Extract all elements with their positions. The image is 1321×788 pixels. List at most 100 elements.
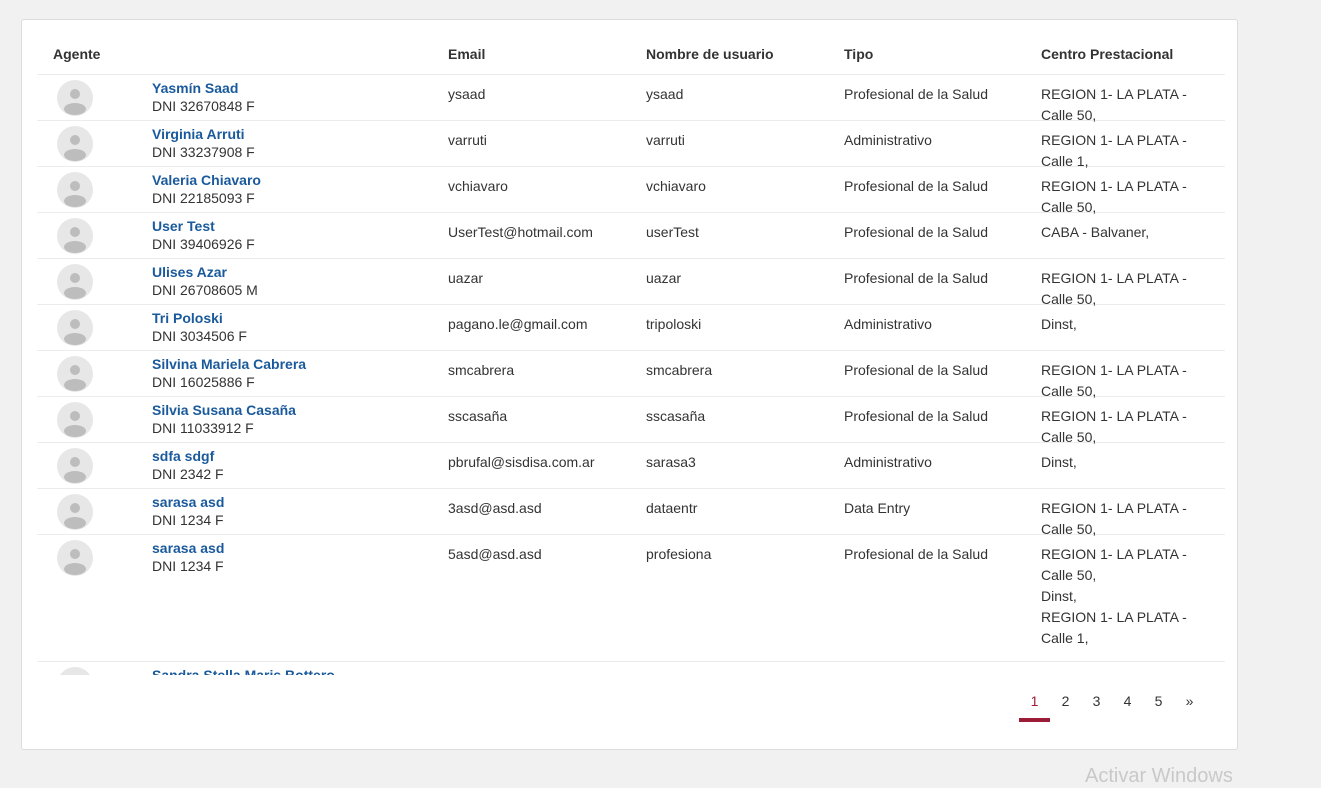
- centro-line: Calle 1,: [1041, 630, 1089, 646]
- table-body[interactable]: Yasmín Saad DNI 32670848 F ysaad ysaad Profe…: [37, 75, 1225, 675]
- table-row[interactable]: Ulises Azar DNI 26708605 M uazar uazar Profe…: [37, 259, 1225, 307]
- agent-name-link[interactable]: Silvia Susana Casaña: [152, 401, 296, 419]
- centro-line: REGION 1- LA PLATA -: [1041, 546, 1187, 562]
- agent-name-link[interactable]: sarasa asd: [152, 493, 224, 511]
- agent-name-link[interactable]: Silvina Mariela Cabrera: [152, 355, 306, 373]
- agent-cell: sarasa asd DNI 1234 F: [152, 539, 224, 575]
- centro-line: Dinst,: [1041, 316, 1077, 332]
- tipo-cell: Data Entry: [844, 500, 911, 516]
- agent-name-link[interactable]: sarasa asd: [152, 539, 224, 557]
- agent-name-link[interactable]: sdfa sdgf: [152, 447, 224, 465]
- email-cell: ssmbottero: [448, 671, 517, 675]
- tipo-cell: Administrativo: [844, 132, 932, 148]
- centro-line: REGION 1- LA PLATA -: [1041, 132, 1187, 148]
- user-avatar-icon: [57, 172, 93, 208]
- tipo-cell: Profesional de la Salud: [844, 362, 988, 378]
- table-row[interactable]: User Test DNI 39406926 F UserTest@hotmail.…: [37, 213, 1225, 259]
- agent-name-link[interactable]: Yasmín Saad: [152, 79, 255, 97]
- email-cell: 5asd@asd.asd: [448, 546, 542, 562]
- email-cell: vchiavaro: [448, 178, 508, 194]
- tipo-cell: Profesional de la Salud: [844, 671, 988, 675]
- table-row[interactable]: Sandra Stella Maris BotteroDNI 16179658 …: [37, 662, 1225, 675]
- centro-cell: REGION 1- LA PLATA -Calle 50,: [1041, 268, 1211, 310]
- tipo-cell: Profesional de la Salud: [844, 178, 988, 194]
- pagination: 1 2 3 4 5»: [1019, 688, 1205, 722]
- username-cell: ssmbottero: [646, 671, 715, 675]
- table-row[interactable]: Silvia Susana Casaña DNI 11033912 F sscasa…: [37, 397, 1225, 445]
- header-email: Email: [448, 46, 486, 62]
- email-cell: varruti: [448, 132, 487, 148]
- table-row[interactable]: sarasa asd DNI 1234 F 5asd@asd.asd profesio…: [37, 535, 1225, 662]
- agent-name-link[interactable]: Tri Poloski: [152, 309, 247, 327]
- agent-dni: DNI 3034506 F: [152, 328, 247, 344]
- user-avatar-icon: [57, 310, 93, 346]
- tipo-cell: Administrativo: [844, 316, 932, 332]
- user-avatar-icon: [57, 126, 93, 162]
- agent-name-link[interactable]: Valeria Chiavaro: [152, 171, 261, 189]
- user-avatar-icon: [57, 448, 93, 484]
- agent-cell: Sandra Stella Maris BotteroDNI 16179658 …: [152, 666, 335, 675]
- table-row[interactable]: Valeria Chiavaro DNI 22185093 F vchiavaro v…: [37, 167, 1225, 215]
- agent-name-link[interactable]: Ulises Azar: [152, 263, 258, 281]
- centro-cell: REGION 1- LA PLATA - Calle 50, Dinst, REGIO…: [1041, 544, 1211, 649]
- page-button-1[interactable]: 1: [1019, 688, 1050, 722]
- email-cell: pbrufal@sisdisa.com.ar: [448, 454, 595, 470]
- agent-cell: Yasmín Saad DNI 32670848 F: [152, 79, 255, 115]
- centro-cell: CABA - Balvaner,: [1041, 222, 1211, 243]
- tipo-cell: Profesional de la Salud: [844, 546, 988, 562]
- agent-cell: Virginia Arruti DNI 33237908 F: [152, 125, 255, 161]
- agent-name-link[interactable]: Virginia Arruti: [152, 125, 255, 143]
- page-button-2[interactable]: 2: [1050, 688, 1081, 722]
- user-avatar-icon: [57, 402, 93, 438]
- next-page-button[interactable]: »: [1174, 688, 1205, 722]
- user-avatar-icon: [57, 80, 93, 116]
- table-row[interactable]: sdfa sdgf DNI 2342 F pbrufal@sisdisa.com.a…: [37, 443, 1225, 489]
- table-row[interactable]: Yasmín Saad DNI 32670848 F ysaad ysaad Profe…: [37, 75, 1225, 123]
- username-cell: ysaad: [646, 86, 684, 102]
- agent-dni: DNI 1234 F: [152, 512, 224, 528]
- agent-dni: DNI 2342 F: [152, 466, 224, 482]
- email-cell: smcabrera: [448, 362, 515, 378]
- centro-line: Calle 50,: [1041, 567, 1097, 583]
- agent-dni: DNI 16025886 F: [152, 374, 255, 390]
- centro-cell: REGION 1- LA PLATA -Calle 50,: [1041, 84, 1211, 126]
- user-avatar-icon: [57, 356, 93, 392]
- agent-dni: DNI 33237908 F: [152, 144, 255, 160]
- tipo-cell: Profesional de la Salud: [844, 408, 988, 424]
- agent-cell: sdfa sdgf DNI 2342 F: [152, 447, 224, 483]
- table-row[interactable]: Virginia Arruti DNI 33237908 F varruti varr…: [37, 121, 1225, 169]
- page-button-5[interactable]: 5: [1143, 688, 1174, 722]
- centro-cell: Dinst,: [1041, 314, 1211, 335]
- header-centro: Centro Prestacional: [1041, 46, 1174, 62]
- centro-line: REGION 1- LA PLATA -: [1041, 609, 1187, 625]
- centro-cell: Dinst,: [1041, 452, 1211, 473]
- page-button-3[interactable]: 3: [1081, 688, 1112, 722]
- agent-cell: Silvia Susana Casaña DNI 11033912 F: [152, 401, 296, 437]
- username-cell: userTest: [646, 224, 699, 240]
- page-button-4[interactable]: 4: [1112, 688, 1143, 722]
- username-cell: tripoloski: [646, 316, 702, 332]
- header-tipo: Tipo: [844, 46, 874, 62]
- agent-dni: DNI 39406926 F: [152, 236, 255, 252]
- agent-name-link[interactable]: Sandra Stella Maris Bottero: [152, 666, 335, 675]
- user-avatar-icon: [57, 218, 93, 254]
- email-cell: 3asd@asd.asd: [448, 500, 542, 516]
- agent-dni: DNI 32670848 F: [152, 98, 255, 114]
- email-cell: pagano.le@gmail.com: [448, 316, 588, 332]
- agent-name-link[interactable]: User Test: [152, 217, 255, 235]
- tipo-cell: Profesional de la Salud: [844, 270, 988, 286]
- table-row[interactable]: sarasa asd DNI 1234 F 3asd@asd.asd dataentr…: [37, 489, 1225, 537]
- centro-cell: REGION 1- LA PLATA -Calle 50,: [1041, 360, 1211, 402]
- table-row[interactable]: Silvina Mariela Cabrera DNI 16025886 F smc…: [37, 351, 1225, 399]
- user-avatar-icon: [57, 540, 93, 576]
- centro-line: Dinst,: [1041, 454, 1077, 470]
- email-cell: sscasaña: [448, 408, 508, 424]
- agent-cell: Silvina Mariela Cabrera DNI 16025886 F: [152, 355, 306, 391]
- table-row[interactable]: Tri Poloski DNI 3034506 F pagano.le@gmail.…: [37, 305, 1225, 351]
- centro-cell: REGION 1- LA PLATA -Calle 50,: [1041, 406, 1211, 448]
- agent-cell: Ulises Azar DNI 26708605 M: [152, 263, 258, 299]
- username-cell: sscasaña: [646, 408, 706, 424]
- centro-cell: REGION 1- LA PLATA -Calle 50,: [1041, 671, 1211, 675]
- users-table-card: Agente Email Nombre de usuario Tipo Cent…: [21, 19, 1238, 750]
- tipo-cell: Administrativo: [844, 454, 932, 470]
